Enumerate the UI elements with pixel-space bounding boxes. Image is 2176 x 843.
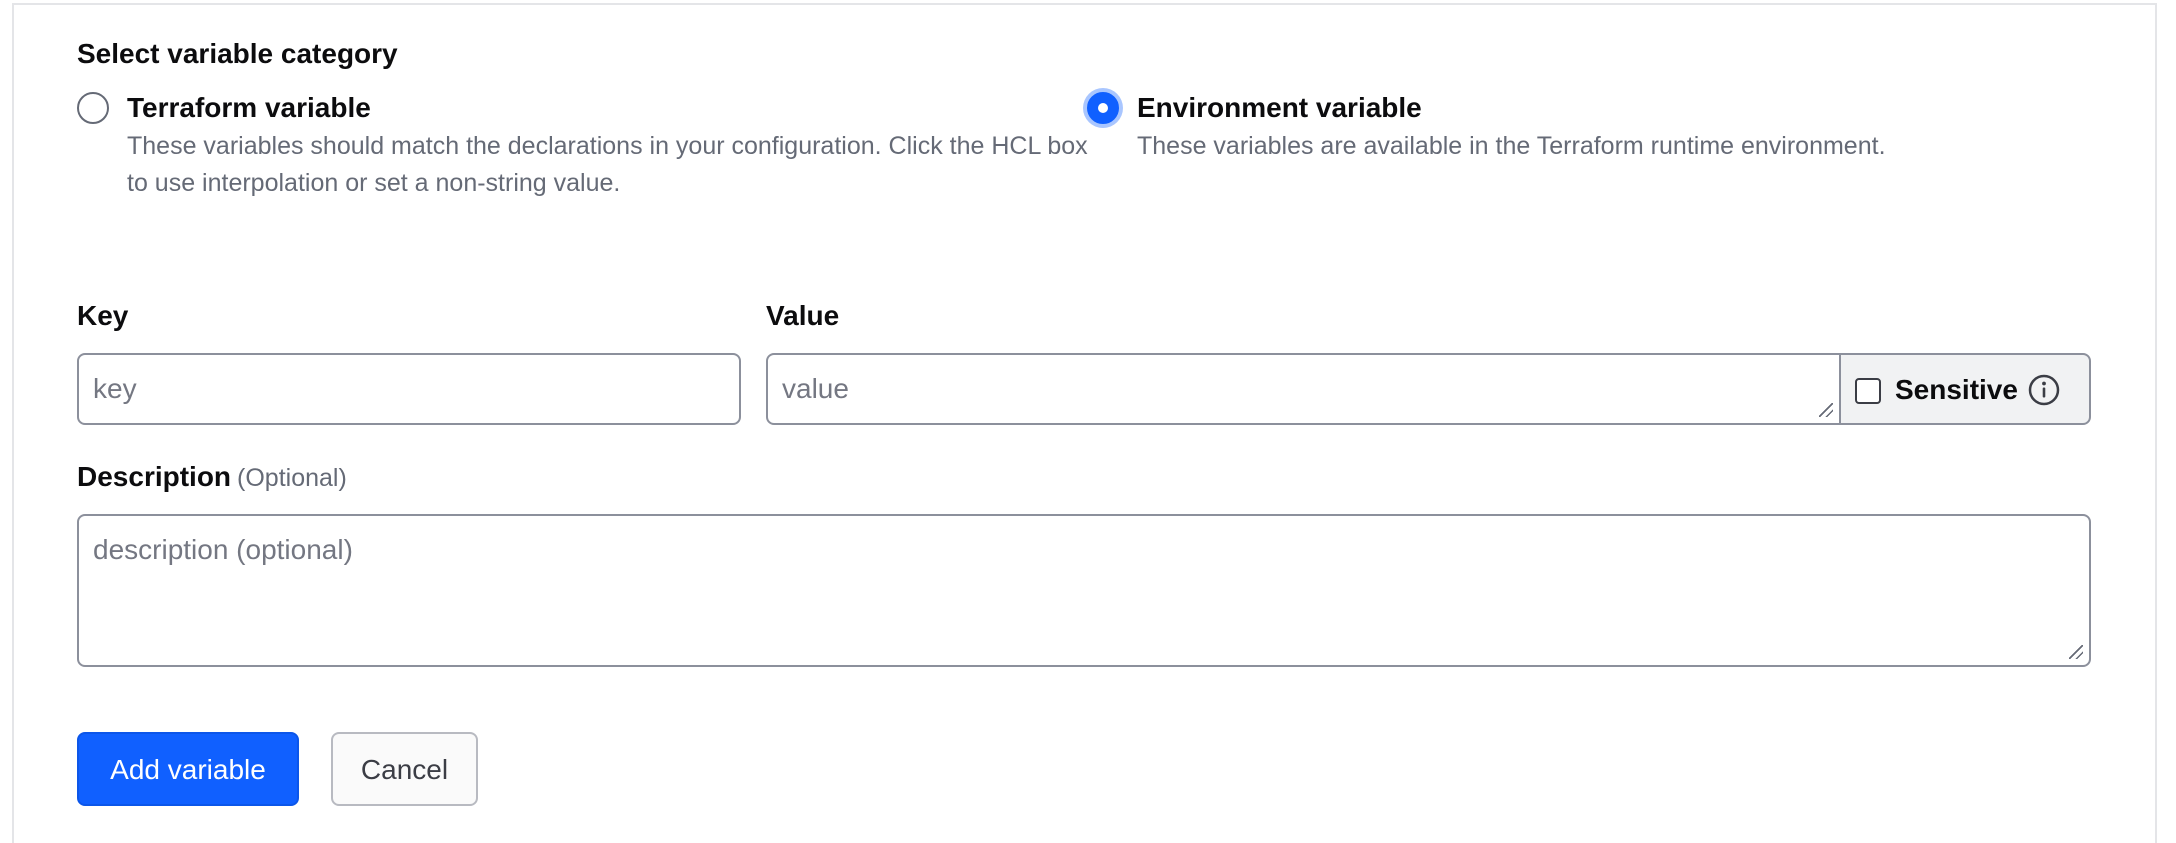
terraform-variable-radio[interactable] xyxy=(77,92,109,124)
environment-variable-label[interactable]: Environment variable xyxy=(1137,90,1422,126)
environment-variable-radio[interactable] xyxy=(1087,92,1119,124)
value-label: Value xyxy=(766,300,840,331)
terraform-variable-label[interactable]: Terraform variable xyxy=(127,90,371,126)
sensitive-label[interactable]: Sensitive xyxy=(1895,372,2018,408)
environment-variable-help: These variables are available in the Ter… xyxy=(1137,132,1886,160)
description-optional-hint: (Optional) xyxy=(237,464,347,492)
category-title: Select variable category xyxy=(77,38,398,69)
description-resize-handle[interactable] xyxy=(2069,645,2083,659)
info-icon[interactable] xyxy=(2027,373,2061,407)
value-input[interactable] xyxy=(766,353,1841,425)
cancel-button[interactable]: Cancel xyxy=(331,732,478,806)
description-label-text: Description xyxy=(77,461,232,492)
description-input[interactable] xyxy=(77,514,2091,667)
sensitive-checkbox[interactable] xyxy=(1855,378,1881,404)
key-input[interactable] xyxy=(77,353,741,425)
terraform-variable-help: These variables should match the declara… xyxy=(127,132,1088,197)
value-resize-handle[interactable] xyxy=(1819,403,1833,417)
key-label: Key xyxy=(77,300,129,331)
description-label: Description (Optional) xyxy=(77,460,347,495)
add-variable-button[interactable]: Add variable xyxy=(77,732,299,806)
sensitive-toggle[interactable]: Sensitive xyxy=(1840,353,2091,425)
